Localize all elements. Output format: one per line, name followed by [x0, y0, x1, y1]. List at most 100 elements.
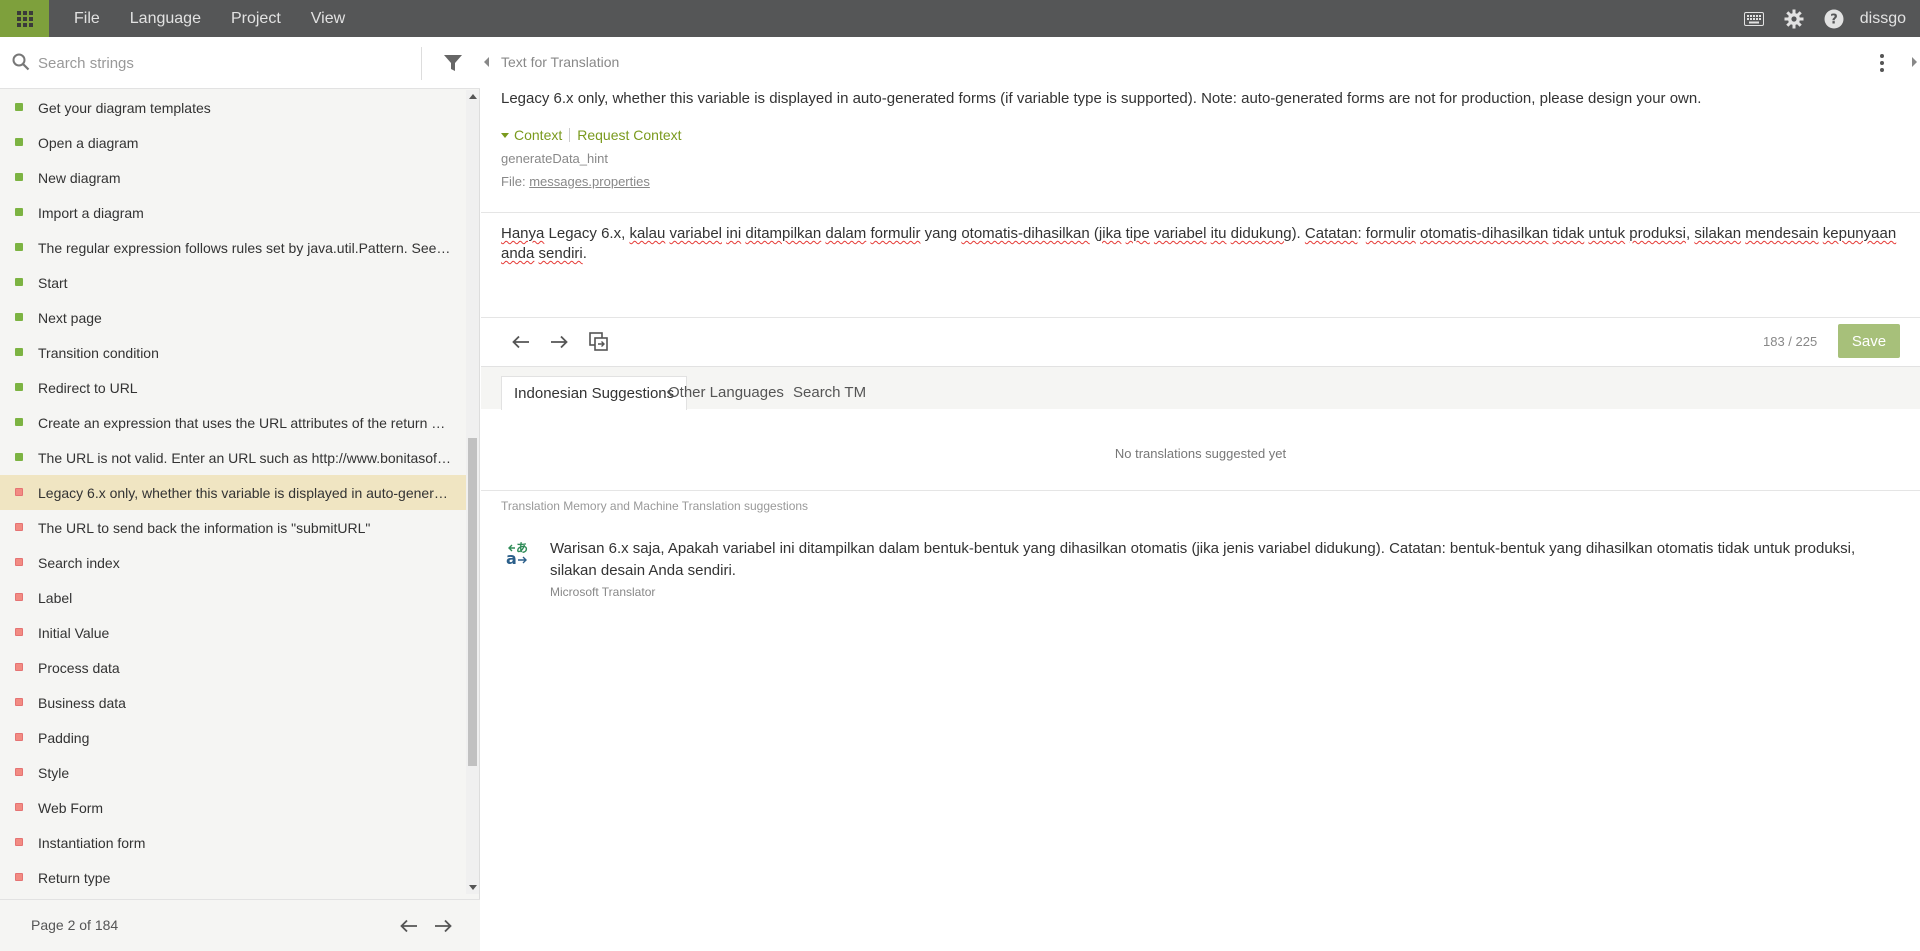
translated-status-icon	[15, 453, 23, 461]
string-label: Initial Value	[38, 624, 110, 641]
menu-view[interactable]: View	[311, 10, 345, 28]
string-label: Next page	[38, 309, 102, 326]
string-list-item[interactable]: Label	[0, 580, 466, 615]
string-list-item[interactable]: Transition condition	[0, 335, 466, 370]
search-input[interactable]	[38, 51, 408, 75]
string-label: Open a diagram	[38, 134, 139, 151]
string-label: Return type	[38, 869, 111, 886]
caret-down-icon[interactable]	[501, 132, 509, 138]
string-list-item[interactable]: Padding	[0, 720, 466, 755]
request-context-link[interactable]: Request Context	[577, 127, 681, 143]
untranslated-status-icon	[15, 593, 23, 601]
untranslated-status-icon	[15, 523, 23, 531]
apps-grid-icon[interactable]	[0, 0, 49, 37]
next-page-button[interactable]	[431, 914, 455, 938]
keyboard-icon[interactable]	[1734, 0, 1774, 37]
arrow-right-icon	[435, 919, 452, 933]
menu-language[interactable]: Language	[130, 10, 201, 28]
divider	[481, 490, 1920, 491]
string-list-item[interactable]: Search index	[0, 545, 466, 580]
string-list-item[interactable]: The regular expression follows rules set…	[0, 230, 466, 265]
string-list-item[interactable]: Initial Value	[0, 615, 466, 650]
string-list-item[interactable]: Web Form	[0, 790, 466, 825]
string-list-item[interactable]: Process data	[0, 650, 466, 685]
string-list-item[interactable]: Create an expression that uses the URL a…	[0, 405, 466, 440]
string-list-item[interactable]: Return type	[0, 860, 466, 894]
save-button[interactable]: Save	[1838, 324, 1900, 358]
arrow-right-icon	[551, 335, 568, 349]
help-icon[interactable]: ?	[1814, 0, 1854, 37]
tab-other-languages[interactable]: Other Languages	[656, 376, 796, 410]
string-list-item[interactable]: Style	[0, 755, 466, 790]
string-list-item[interactable]: Import a diagram	[0, 195, 466, 230]
search-icon	[12, 53, 30, 74]
string-list-item[interactable]: The URL is not valid. Enter an URL such …	[0, 440, 466, 475]
divider	[481, 212, 1920, 213]
string-list-item[interactable]: Business data	[0, 685, 466, 720]
string-label: New diagram	[38, 169, 121, 186]
untranslated-status-icon	[15, 768, 23, 776]
string-label: The regular expression follows rules set…	[38, 239, 454, 256]
list-scrollbar[interactable]	[466, 90, 479, 894]
untranslated-status-icon	[15, 838, 23, 846]
string-list-item[interactable]: Instantiation form	[0, 825, 466, 860]
string-list-item[interactable]: Get your diagram templates	[0, 90, 466, 125]
string-list-item[interactable]: Redirect to URL	[0, 370, 466, 405]
string-label: The URL is not valid. Enter an URL such …	[38, 449, 454, 466]
svg-text:?: ?	[1830, 12, 1838, 27]
tm-section-label: Translation Memory and Machine Translati…	[501, 499, 809, 513]
translator-icon: a あ	[506, 540, 530, 568]
menu-file[interactable]: File	[74, 10, 100, 28]
prev-page-button[interactable]	[397, 914, 421, 938]
scrollbar-thumb[interactable]	[468, 438, 477, 766]
string-list-item[interactable]: The URL to send back the information is …	[0, 510, 466, 545]
tab-search-tm[interactable]: Search TM	[781, 376, 878, 410]
scroll-down-icon[interactable]	[469, 885, 477, 890]
scroll-up-icon[interactable]	[469, 94, 477, 99]
string-label: Label	[38, 589, 73, 606]
string-label: Legacy 6.x only, whether this variable i…	[38, 484, 454, 501]
string-label: Padding	[38, 729, 90, 746]
string-label: Web Form	[38, 799, 104, 816]
file-link[interactable]: messages.properties	[529, 174, 650, 189]
untranslated-status-icon	[15, 663, 23, 671]
context-toggle[interactable]: Context	[514, 127, 562, 143]
string-label: The URL to send back the information is …	[38, 519, 371, 536]
next-string-button[interactable]	[545, 328, 573, 356]
string-label: Create an expression that uses the URL a…	[38, 414, 454, 431]
collapse-right-icon[interactable]	[1912, 57, 1917, 67]
string-list-item[interactable]: New diagram	[0, 160, 466, 195]
translated-status-icon	[15, 103, 23, 111]
arrow-left-icon	[400, 919, 417, 933]
section-title: Text for Translation	[501, 54, 620, 70]
kebab-menu-icon[interactable]	[1877, 54, 1887, 74]
string-label: Process data	[38, 659, 120, 676]
string-list-item[interactable]: Start	[0, 265, 466, 300]
filter-icon[interactable]	[436, 49, 470, 77]
search-divider	[421, 47, 422, 80]
untranslated-status-icon	[15, 873, 23, 881]
file-info: File: messages.properties	[501, 174, 650, 189]
copy-source-button[interactable]	[585, 328, 613, 356]
string-label: Get your diagram templates	[38, 99, 211, 116]
untranslated-status-icon	[15, 803, 23, 811]
menu-project[interactable]: Project	[231, 10, 281, 28]
string-list-item[interactable]: Open a diagram	[0, 125, 466, 160]
translated-status-icon	[15, 313, 23, 321]
previous-string-button[interactable]	[507, 328, 535, 356]
search-bar	[0, 37, 480, 89]
mt-suggestion-text[interactable]: Warisan 6.x saja, Apakah variabel ini di…	[550, 538, 1900, 582]
username[interactable]: dissgo	[1860, 10, 1906, 28]
empty-suggestions: No translations suggested yet	[1114, 446, 1287, 461]
string-list-item[interactable]: Legacy 6.x only, whether this variable i…	[0, 475, 466, 510]
untranslated-status-icon	[15, 733, 23, 741]
translated-status-icon	[15, 138, 23, 146]
divider	[481, 317, 1920, 318]
untranslated-status-icon	[15, 698, 23, 706]
gear-icon[interactable]	[1774, 0, 1814, 37]
string-list-item[interactable]: Next page	[0, 300, 466, 335]
translation-input[interactable]: Hanya Legacy 6.x, kalau variabel ini dit…	[501, 224, 1901, 264]
collapse-left-icon[interactable]	[484, 57, 489, 67]
translated-status-icon	[15, 243, 23, 251]
suggestion-tabs: Indonesian Suggestions Other Languages S…	[481, 366, 1920, 410]
